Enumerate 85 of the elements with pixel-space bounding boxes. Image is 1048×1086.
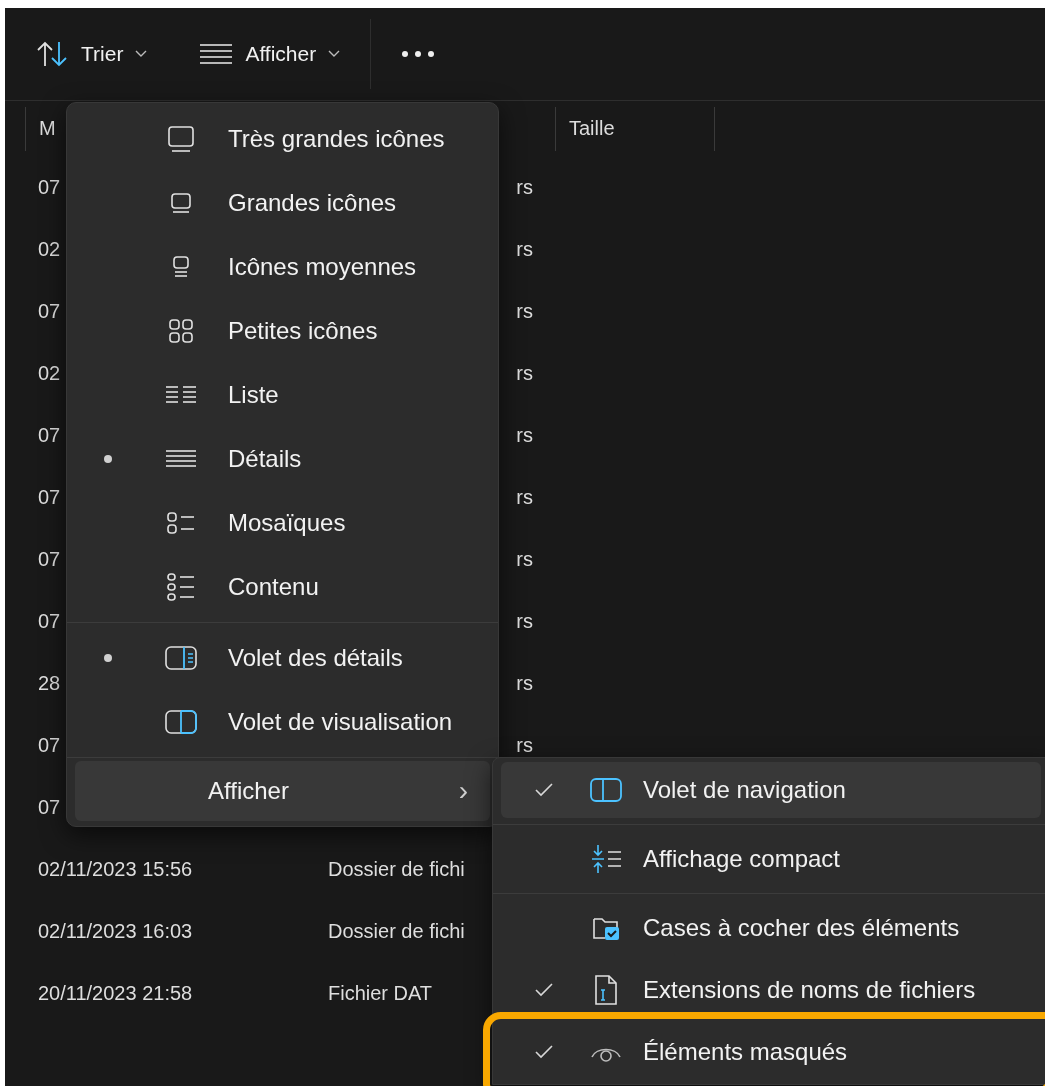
grid-icon <box>167 317 195 345</box>
sort-button[interactable]: Trier <box>27 34 156 74</box>
check-icon <box>534 782 554 798</box>
menu-label: Volet des détails <box>228 644 403 672</box>
monitor-icon <box>166 124 196 154</box>
table-cell: rs <box>516 609 533 633</box>
submenu-item[interactable]: Afficher › <box>75 761 490 821</box>
menu-item[interactable]: Volet de visualisation <box>67 690 498 754</box>
menu-item[interactable]: Très grandes icônes <box>67 107 498 171</box>
table-cell: Fichier DAT <box>328 981 433 1005</box>
view-button[interactable]: Afficher <box>191 36 349 72</box>
menu-label: Grandes icônes <box>228 189 397 217</box>
table-cell: rs <box>516 733 533 757</box>
check-icon <box>534 1044 554 1060</box>
table-cell: rs <box>516 547 533 571</box>
table-cell: rs <box>516 175 533 199</box>
pane-icon <box>164 645 198 671</box>
menu-item[interactable]: Volet des détails <box>67 626 498 690</box>
menu-label: Liste <box>228 381 279 409</box>
compact-icon <box>590 844 622 874</box>
list-icon <box>165 384 197 406</box>
table-cell: 07 <box>38 423 61 447</box>
column-header[interactable]: M <box>39 117 56 140</box>
tiles-icon <box>166 510 196 536</box>
table-cell: rs <box>516 671 533 695</box>
menu-item[interactable]: Icônes moyennes <box>67 235 498 299</box>
table-cell: rs <box>516 361 533 385</box>
menu-label: Très grandes icônes <box>228 125 445 153</box>
table-cell: Dossier de fichi <box>328 857 465 881</box>
menu-label: Icônes moyennes <box>228 253 417 281</box>
menu-label: Mosaïques <box>228 509 346 537</box>
table-cell: 20/11/2023 21:58 <box>38 981 193 1005</box>
table-cell: 07 <box>38 795 61 819</box>
table-cell: rs <box>516 485 533 509</box>
menu-item[interactable]: Détails <box>67 427 498 491</box>
pane-icon <box>589 777 623 803</box>
menu-label: Affichage compact <box>643 845 840 873</box>
table-cell: rs <box>516 299 533 323</box>
table-cell: 02 <box>38 361 61 385</box>
menu-item[interactable]: Volet de navigation <box>501 762 1041 818</box>
menu-label: Contenu <box>228 573 319 601</box>
table-cell: Dossier de fichi <box>328 919 465 943</box>
check-icon <box>534 982 554 998</box>
menu-item[interactable]: Éléments masqués <box>501 1024 1041 1080</box>
caret-icon <box>328 50 341 58</box>
table-cell: 07 <box>38 175 61 199</box>
menu-item[interactable]: Petites icônes <box>67 299 498 363</box>
menu-item[interactable]: Contenu <box>67 555 498 619</box>
menu-item[interactable]: Liste <box>67 363 498 427</box>
table-cell: 28 <box>38 671 61 695</box>
menu-label: Détails <box>228 445 302 473</box>
menu-item[interactable]: Affichage compact <box>501 831 1041 887</box>
content-icon <box>166 572 196 602</box>
table-cell: rs <box>516 237 533 261</box>
file-icon <box>593 974 619 1006</box>
caret-icon <box>135 50 148 58</box>
table-cell: 02/11/2023 16:03 <box>38 919 193 943</box>
table-cell: 07 <box>38 485 61 509</box>
table-cell: 07 <box>38 547 61 571</box>
table-cell: 07 <box>38 299 61 323</box>
pane-icon <box>164 709 198 735</box>
sort-icon <box>35 40 69 68</box>
menu-label: Petites icônes <box>228 317 378 345</box>
monitor-icon <box>170 254 192 280</box>
table-cell: 02 <box>38 237 61 261</box>
menu-label: Cases à cocher des éléments <box>643 914 960 942</box>
menu-item[interactable]: Grandes icônes <box>67 171 498 235</box>
table-cell: 07 <box>38 733 61 757</box>
details-icon <box>165 448 197 470</box>
menu-item[interactable]: Extensions de noms de fichiers <box>501 962 1041 1018</box>
menu-label: Volet de navigation <box>643 776 846 804</box>
menu-label: Afficher <box>208 777 289 805</box>
column-header[interactable]: Taille <box>569 117 615 140</box>
menu-item[interactable]: Mosaïques <box>67 491 498 555</box>
details-icon <box>199 43 234 65</box>
table-cell: 02/11/2023 15:56 <box>38 857 193 881</box>
table-cell: 07 <box>38 609 61 633</box>
menu-label: Éléments masqués <box>643 1038 848 1066</box>
table-cell: rs <box>516 423 533 447</box>
menu-label: Volet de visualisation <box>228 708 453 736</box>
more-icon <box>401 50 436 58</box>
chevron-icon: › <box>458 775 468 807</box>
menu-item[interactable]: Cases à cocher des éléments <box>501 900 1041 956</box>
menu-label: Extensions de noms de fichiers <box>643 976 976 1004</box>
monitor-icon <box>168 190 194 216</box>
